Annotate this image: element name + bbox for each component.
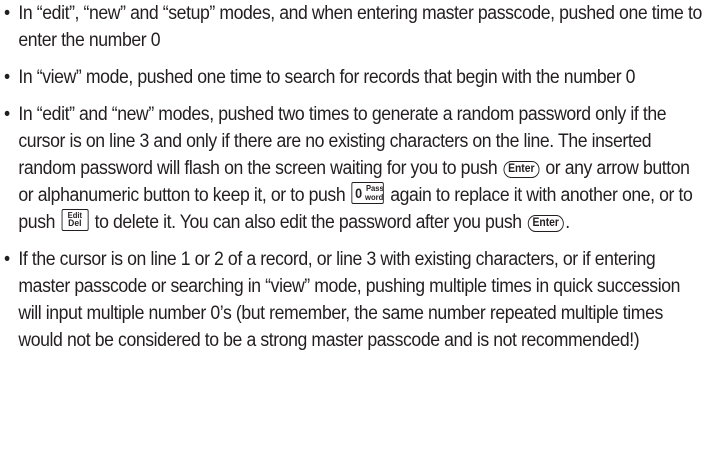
enter-key-icon: Enter (503, 161, 540, 178)
item-text-part: to delete it. You can also edit the pass… (90, 211, 527, 233)
list-item-edit-new-setup: • In “edit”, “new” and “setup” modes, an… (4, 0, 707, 54)
list-item-multiple-zeros: • If the cursor is on line 1 or 2 of a r… (4, 246, 707, 354)
list-item-random-password: • In “edit” and “new” modes, pushed two … (4, 101, 707, 236)
item-text: If the cursor is on line 1 or 2 of a rec… (18, 248, 681, 351)
instruction-list: • In “edit”, “new” and “setup” modes, an… (4, 0, 704, 354)
key-digit: 0 (355, 185, 363, 201)
bullet-icon: • (4, 248, 10, 270)
item-text: In “view” mode, pushed one time to searc… (18, 66, 636, 88)
key-label-bottom: Del (68, 218, 82, 229)
list-item-view-mode: • In “view” mode, pushed one time to sea… (4, 64, 707, 91)
bullet-icon: • (4, 103, 10, 125)
bullet-icon: • (4, 66, 10, 88)
zero-password-key-icon: 0 Pass word (351, 182, 384, 204)
item-text-part: . (565, 211, 570, 233)
bullet-icon: • (4, 2, 10, 24)
enter-key-icon: Enter (527, 215, 564, 232)
item-text: In “edit”, “new” and “setup” modes, and … (18, 2, 702, 51)
edit-delete-key-icon: Edit Del (61, 209, 89, 231)
key-sublabel-bottom: word (365, 192, 384, 202)
